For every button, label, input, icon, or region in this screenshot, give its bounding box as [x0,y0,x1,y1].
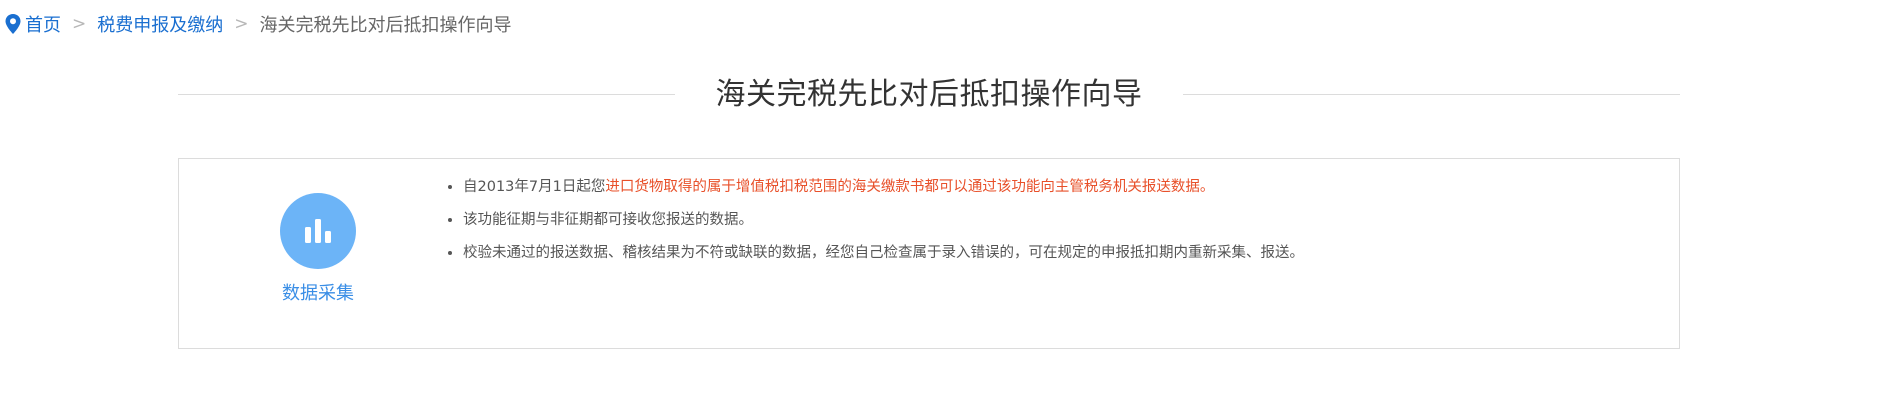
note-item: 自2013年7月1日起您进口货物取得的属于增值税扣税范围的海关缴款书都可以通过该… [463,177,1304,197]
breadcrumb-separator: > [72,14,87,34]
bar-chart-icon[interactable] [280,193,356,269]
breadcrumb-separator: > [234,14,249,34]
data-collection-entry[interactable]: 数据采集 [258,193,378,305]
breadcrumb: 首页 > 税费申报及缴纳 > 海关完税先比对后抵扣操作向导 [4,10,512,38]
note-highlight-text: 进口货物取得的属于增值税扣税范围的海关缴款书都可以通过该功能向主管税务机关报送数… [605,179,1215,195]
notes-list: 自2013年7月1日起您进口货物取得的属于增值税扣税范围的海关缴款书都可以通过该… [443,177,1304,276]
guide-panel: 数据采集 自2013年7月1日起您进口货物取得的属于增值税扣税范围的海关缴款书都… [178,158,1680,349]
location-pin-icon [4,13,22,35]
breadcrumb-current: 海关完税先比对后抵扣操作向导 [259,15,512,36]
data-collection-label[interactable]: 数据采集 [258,279,378,305]
title-divider-right [1183,94,1680,95]
breadcrumb-tax-filing-link[interactable]: 税费申报及缴纳 [97,11,223,37]
note-item: 该功能征期与非征期都可接收您报送的数据。 [463,210,1304,230]
breadcrumb-home-link[interactable]: 首页 [25,11,61,37]
title-row: 海关完税先比对后抵扣操作向导 [178,70,1680,122]
note-item: 校验未通过的报送数据、稽核结果为不符或缺联的数据，经您自己检查属于录入错误的，可… [463,243,1304,263]
page-title: 海关完税先比对后抵扣操作向导 [715,77,1143,112]
note-text: 自2013年7月1日起您 [463,179,606,195]
